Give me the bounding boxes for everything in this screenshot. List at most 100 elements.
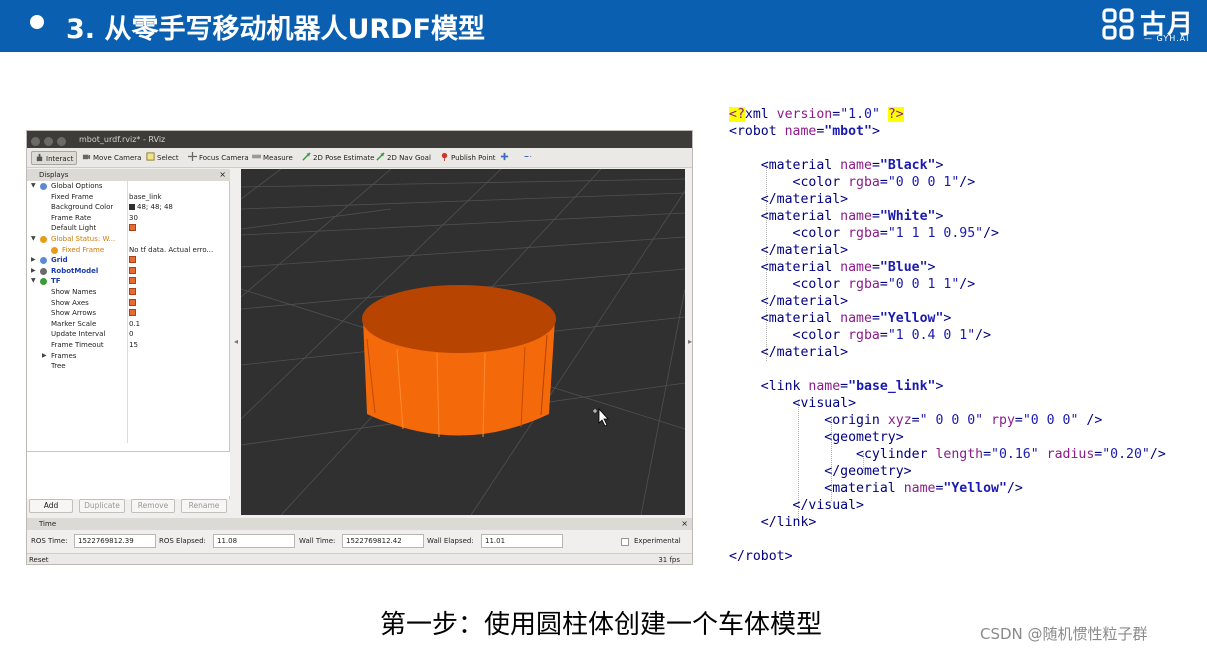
code-line: <color rgba="1 1 1 0.95"/> (792, 226, 999, 241)
code-line: <color rgba="1 0.4 0 1"/> (792, 328, 992, 343)
tree-row-default-light[interactable]: Default Light (27, 223, 230, 234)
tree-row-fixed-frame[interactable]: Fixed Frame base_link (27, 192, 230, 203)
tree-row-tf[interactable]: ▼ TF (27, 276, 230, 287)
tool-select[interactable]: Select (143, 151, 182, 165)
tree-row-robotmodel[interactable]: ▶ RobotModel (27, 266, 230, 277)
collapse-right-icon[interactable]: ▸ (685, 169, 692, 515)
minimize-window-icon[interactable] (44, 137, 53, 146)
tree-row-frames[interactable]: ▶ Frames (27, 351, 230, 362)
displays-panel: Displays × ▼ Global Options Fixed Frame b… (27, 169, 230, 516)
code-line: </material> (760, 294, 849, 309)
displays-button-row: Add Duplicate Remove Rename (27, 499, 230, 517)
watermark: CSDN @随机惯性粒子群 (980, 625, 1148, 643)
plus-icon (500, 152, 509, 161)
expand-arrow-icon[interactable]: ▼ (31, 181, 36, 192)
logo-subtext: — GYH.AI (1144, 34, 1190, 43)
expand-arrow-icon[interactable]: ▶ (42, 351, 47, 362)
tree-row-frame-rate[interactable]: Frame Rate 30 (27, 213, 230, 224)
reset-button[interactable]: Reset (29, 554, 49, 564)
code-line: <origin xyz=" 0 0 0" rpy="0 0 0" /> (824, 413, 1103, 428)
tool-move-camera[interactable]: Move Camera (79, 151, 144, 165)
add-display-button[interactable]: Add (29, 499, 73, 513)
tree-row-show-arrows[interactable]: Show Arrows (27, 308, 230, 319)
tool-remove[interactable] (521, 151, 538, 165)
code-line: <material name="Blue"> (760, 260, 936, 275)
close-panel-icon[interactable]: × (219, 169, 226, 181)
bullet-icon (30, 15, 44, 29)
code-line: <geometry> (824, 430, 904, 445)
tree-row-background-color[interactable]: Background Color 48; 48; 48 (27, 202, 230, 213)
tree-row-show-names[interactable]: Show Names (27, 287, 230, 298)
axes-icon (40, 278, 47, 286)
wall-elapsed-field[interactable]: 11.01 (481, 534, 563, 548)
code-line: <?xml version="1.0" ?> (729, 107, 904, 122)
code-line: <robot name="mbot"> (729, 124, 880, 139)
checkbox[interactable] (129, 277, 136, 285)
tree-row-status-fixed-frame[interactable]: Fixed Frame No tf data. Actual erro... (27, 245, 230, 256)
ros-elapsed-field[interactable]: 11.08 (213, 534, 295, 548)
checkbox[interactable] (129, 256, 136, 264)
collapse-left-icon[interactable]: ◂ (231, 169, 241, 515)
expand-arrow-icon[interactable]: ▶ (31, 255, 36, 266)
3d-viewport[interactable] (241, 169, 685, 515)
code-line: <visual> (792, 396, 857, 411)
checkbox[interactable] (129, 266, 136, 274)
tool-interact[interactable]: Interact (31, 151, 78, 165)
window-title: mbot_urdf.rviz* - RViz (79, 135, 166, 144)
remove-display-button[interactable]: Remove (131, 499, 175, 513)
tree-row-frame-timeout[interactable]: Frame Timeout 15 (27, 340, 230, 351)
wall-time-field[interactable]: 1522769812.42 (342, 534, 424, 548)
tree-row-global-options[interactable]: ▼ Global Options (27, 181, 230, 192)
robot-icon (40, 267, 47, 275)
close-window-icon[interactable] (31, 137, 40, 146)
slide-title: 3. 从零手写移动机器人URDF模型 (66, 14, 486, 45)
color-swatch (129, 204, 135, 211)
close-panel-icon[interactable]: × (681, 518, 688, 530)
code-line: </material> (760, 192, 849, 207)
code-line: </robot> (729, 549, 793, 564)
expand-arrow-icon[interactable]: ▶ (31, 266, 36, 277)
slide-caption: 第一步：使用圆柱体创建一个车体模型 (380, 610, 823, 640)
maximize-window-icon[interactable] (57, 137, 66, 146)
time-panel: ROS Time: 1522769812.39 ROS Elapsed: 11.… (27, 531, 692, 551)
ros-time-field[interactable]: 1522769812.39 (74, 534, 156, 548)
select-icon (146, 152, 155, 161)
code-line: </material> (760, 345, 849, 360)
property-description-box (27, 451, 230, 496)
scene-render[interactable] (241, 169, 685, 515)
rviz-window: mbot_urdf.rviz* - RViz Interact Move Cam… (26, 130, 693, 565)
expand-arrow-icon[interactable]: ▼ (31, 276, 36, 287)
tool-add[interactable] (497, 151, 514, 165)
checkbox[interactable] (129, 298, 136, 306)
status-bar: Reset 31 fps (27, 553, 692, 564)
checkbox[interactable] (129, 224, 136, 232)
tree-row-marker-scale[interactable]: Marker Scale 0.1 (27, 319, 230, 330)
rename-display-button[interactable]: Rename (181, 499, 227, 513)
tree-row-show-axes[interactable]: Show Axes (27, 298, 230, 309)
displays-panel-title: Displays × (27, 169, 230, 181)
publish-point-icon (441, 152, 448, 161)
warning-icon (51, 246, 58, 254)
duplicate-display-button[interactable]: Duplicate (79, 499, 125, 513)
tool-publish-point[interactable]: Publish Point (437, 151, 499, 165)
tree-row-global-status[interactable]: ▼ Global Status: W... (27, 234, 230, 245)
code-line: <cylinder length="0.16" radius="0.20"/> (856, 447, 1166, 462)
tree-row-tree[interactable]: Tree (27, 361, 230, 372)
focus-camera-icon (188, 152, 197, 161)
expand-arrow-icon[interactable]: ▼ (31, 234, 36, 245)
experimental-checkbox[interactable] (621, 538, 629, 546)
time-panel-title: Time × (27, 518, 692, 530)
tool-2d-nav-goal[interactable]: 2D Nav Goal (373, 151, 434, 165)
slide-header: 3. 从零手写移动机器人URDF模型 古月 — GYH.AI (0, 0, 1207, 52)
displays-tree: ▼ Global Options Fixed Frame base_link B… (27, 181, 230, 451)
tree-row-update-interval[interactable]: Update Interval 0 (27, 329, 230, 340)
tool-focus-camera[interactable]: Focus Camera (185, 151, 252, 165)
grid-icon (40, 257, 47, 265)
logo: 古月 — GYH.AI (1098, 4, 1207, 48)
gear-icon (40, 183, 47, 190)
checkbox[interactable] (129, 288, 136, 295)
tool-2d-pose-estimate[interactable]: 2D Pose Estimate (299, 151, 377, 165)
checkbox[interactable] (129, 309, 136, 317)
tree-row-grid[interactable]: ▶ Grid (27, 255, 230, 266)
tool-measure[interactable]: Measure (249, 151, 296, 165)
